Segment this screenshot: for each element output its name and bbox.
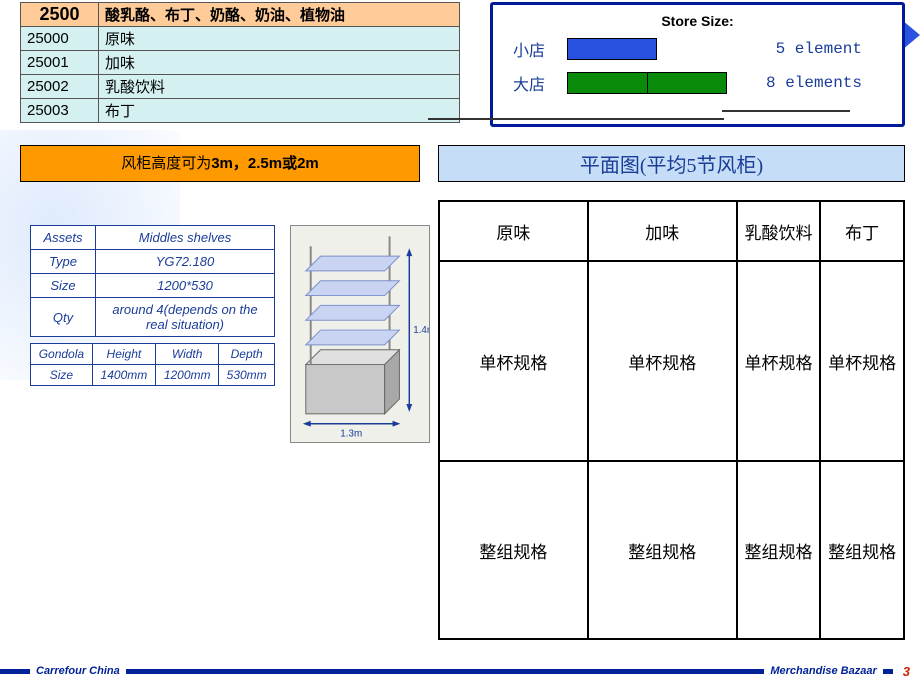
gondola-width-value: 1200mm [156, 365, 219, 386]
footer: Carrefour China Merchandise Bazaar 3 [0, 660, 920, 682]
large-store-label: 大店 [513, 71, 553, 95]
shelf-width-label: 1.3m [340, 429, 362, 440]
plano-header: 加味 [588, 201, 737, 261]
plano-cell: 整组规格 [588, 461, 737, 639]
plano-cell: 单杯规格 [737, 261, 821, 461]
store-size-box: Store Size: 小店 5 element 大店 8 elements [490, 2, 905, 127]
plano-cell: 整组规格 [737, 461, 821, 639]
small-store-elements: 5 element [776, 40, 862, 58]
gondola-col-height: Height [92, 344, 155, 365]
gondola-row-label: Size [31, 365, 93, 386]
shelf-height-label: 1.4m [413, 325, 429, 336]
gondola-depth-value: 530mm [219, 365, 275, 386]
cat-row-code: 25002 [21, 75, 99, 99]
category-header-code: 2500 [21, 3, 99, 27]
divider-line [722, 110, 850, 112]
assets-size-label: Size [31, 274, 96, 298]
banner-orange-values: 3m，2.5m或2m [211, 155, 319, 172]
assets-header: Assets [31, 226, 96, 250]
planogram-grid: 原味 加味 乳酸饮料 布丁 单杯规格 单杯规格 单杯规格 单杯规格 整组规格 整… [438, 200, 905, 640]
small-store-label: 小店 [513, 37, 553, 61]
gondola-header: Gondola [31, 344, 93, 365]
shelf-svg-icon: 1.4m 1.3m [291, 226, 429, 442]
plano-header: 布丁 [820, 201, 904, 261]
plano-cell: 单杯规格 [588, 261, 737, 461]
assets-size-value: 1200*530 [96, 274, 275, 298]
banner-cabinet-height: 风柜高度可为3m，2.5m或2m [20, 145, 420, 182]
shelf-diagram: 1.4m 1.3m [290, 225, 430, 443]
divider-line [428, 118, 724, 120]
plano-header: 乳酸饮料 [737, 201, 821, 261]
plano-cell: 整组规格 [439, 461, 588, 639]
plano-header: 原味 [439, 201, 588, 261]
assets-qty-value: around 4(depends on the real situation) [96, 298, 275, 337]
gondola-col-depth: Depth [219, 344, 275, 365]
footer-right: Merchandise Bazaar [764, 665, 882, 677]
cat-row-desc: 原味 [99, 27, 460, 51]
plano-cell: 单杯规格 [439, 261, 588, 461]
footer-left: Carrefour China [30, 665, 126, 677]
cat-row-code: 25000 [21, 27, 99, 51]
cat-row-code: 25001 [21, 51, 99, 75]
plano-cell: 整组规格 [820, 461, 904, 639]
gondola-height-value: 1400mm [92, 365, 155, 386]
gondola-col-width: Width [156, 344, 219, 365]
assets-table: AssetsMiddles shelves TypeYG72.180 Size1… [30, 225, 275, 337]
gondola-table: Gondola Height Width Depth Size 1400mm 1… [30, 343, 275, 386]
assets-header-val: Middles shelves [96, 226, 275, 250]
category-table: 2500 酸乳酪、布丁、奶酪、奶油、植物油 25000原味 25001加味 25… [20, 2, 460, 123]
cat-row-desc: 乳酸饮料 [99, 75, 460, 99]
banner-planogram-title: 平面图(平均5节风柜) [438, 145, 905, 182]
banner-orange-prefix: 风柜高度可为 [121, 155, 211, 172]
store-size-title: Store Size: [513, 13, 882, 29]
cat-row-code: 25003 [21, 99, 99, 123]
assets-qty-label: Qty [31, 298, 96, 337]
large-store-bar-icon [567, 72, 727, 94]
assets-type-label: Type [31, 250, 96, 274]
small-store-bar-icon [567, 38, 657, 60]
assets-type-value: YG72.180 [96, 250, 275, 274]
footer-page-number: 3 [893, 664, 920, 679]
category-header-desc: 酸乳酪、布丁、奶酪、奶油、植物油 [99, 3, 460, 27]
large-store-elements: 8 elements [766, 74, 862, 92]
plano-cell: 单杯规格 [820, 261, 904, 461]
cat-row-desc: 布丁 [99, 99, 460, 123]
cat-row-desc: 加味 [99, 51, 460, 75]
